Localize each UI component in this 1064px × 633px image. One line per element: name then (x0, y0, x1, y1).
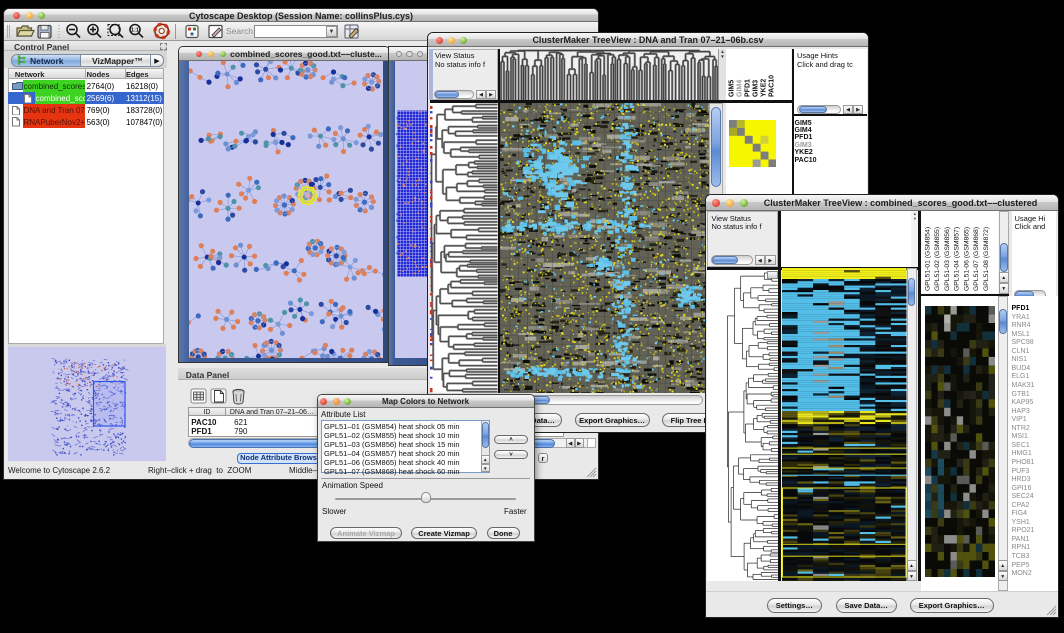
svg-text:GIM3: GIM3 (753, 80, 760, 97)
svg-text:GPL51-02 (GSM855): GPL51-02 (GSM855) (934, 227, 941, 291)
svg-text:GPL51-07 (GSM868): GPL51-07 (GSM868) (973, 227, 980, 291)
svg-text:GIM5: GIM5 (729, 80, 736, 97)
svg-text:GPL51-01 (GSM854): GPL51-01 (GSM854) (924, 227, 931, 291)
svg-text:GPL51-06 (GSM865): GPL51-06 (GSM865) (963, 227, 970, 291)
svg-text:YKE2: YKE2 (761, 79, 768, 97)
svg-text:PAC10: PAC10 (769, 75, 776, 97)
svg-text:GIM4: GIM4 (737, 80, 744, 97)
svg-text:GPL51-03 (GSM856): GPL51-03 (GSM856) (944, 227, 951, 291)
svg-text:GPL51-04 (GSM857): GPL51-04 (GSM857) (954, 227, 961, 291)
svg-text:1:1: 1:1 (131, 28, 139, 34)
svg-text:PFD1: PFD1 (745, 79, 752, 97)
svg-text:GPL51-08 (GSM872): GPL51-08 (GSM872) (983, 227, 990, 291)
